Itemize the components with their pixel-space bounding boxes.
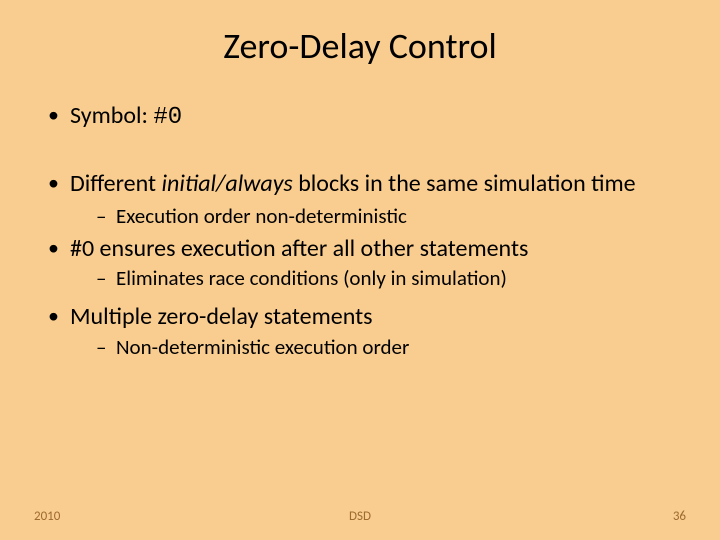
bullet-initial-always: Different initial/always blocks in the s… [48,170,686,229]
sub-list: Execution order non-deterministic [70,203,686,229]
bullet-symbol-code: #0 [153,104,182,131]
bullet-list: Symbol: #0 Different initial/always bloc… [34,102,686,334]
sub-bullet-nondeterministic: Execution order non-deterministic [96,203,686,229]
spacer [48,271,686,297]
sub-bullet-nondet-order: Non-deterministic execution order [96,334,686,360]
bullet-symbol: Symbol: #0 [48,102,686,132]
footer-course: DSD [0,509,720,524]
footer: 2010 DSD 36 [0,509,720,524]
bullet-zero-delay-ensures: #0 ensures execution after all other sta… [48,235,686,263]
bullet-symbol-prefix: Symbol: [70,101,153,130]
bullet-multiple-zero-delay: Multiple zero-delay statements [48,303,686,331]
sub-list: Non-deterministic execution order [70,334,686,360]
spacer [48,138,686,164]
bullet-2-italic: initial/always [161,169,292,198]
slide-title: Zero-Delay Control [34,24,686,68]
bullet-2-suffix: blocks in the same simulation time [293,169,636,198]
slide: Zero-Delay Control Symbol: #0 Different … [0,0,720,540]
bullet-2-prefix: Different [70,169,161,198]
